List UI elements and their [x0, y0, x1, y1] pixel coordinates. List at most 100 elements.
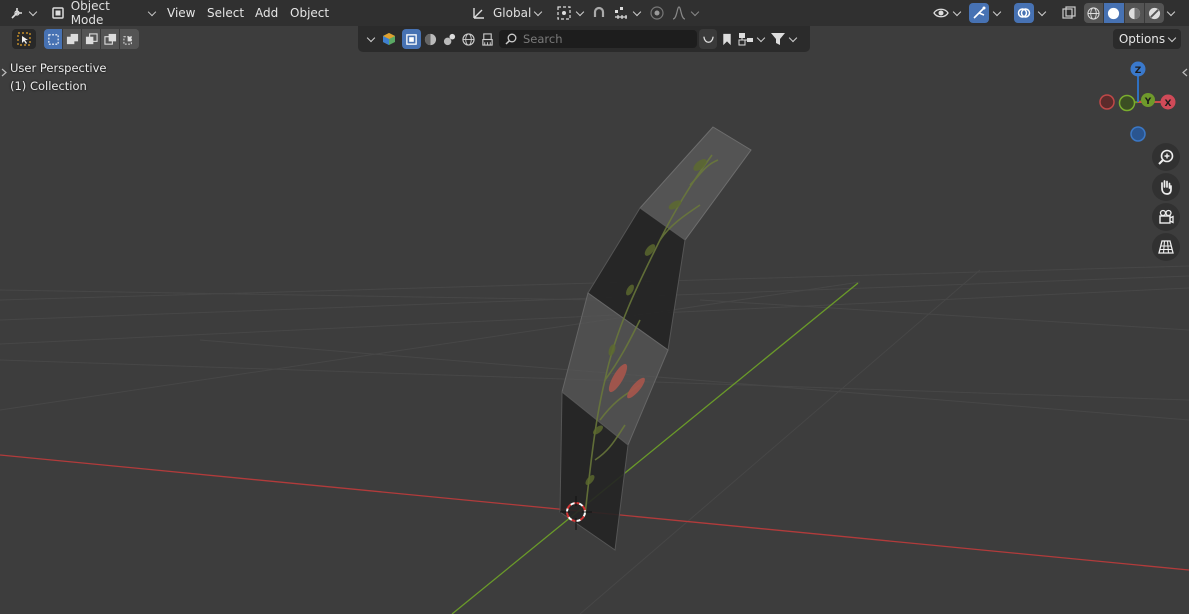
- zoom-icon: [1158, 149, 1174, 165]
- perspective-toggle-button[interactable]: [1152, 233, 1180, 261]
- pivot-point-icon: [555, 4, 573, 22]
- filter-texture-button[interactable]: [440, 29, 459, 49]
- material-sphere-icon: [1128, 7, 1140, 19]
- select-mode-invert[interactable]: [101, 29, 120, 49]
- editor-type-dropdown[interactable]: [8, 3, 42, 23]
- chevron-down-icon: [756, 33, 766, 42]
- options-dropdown[interactable]: Options: [1113, 29, 1181, 49]
- gizmo-y-label: Y: [1144, 97, 1152, 107]
- visibility-eye-icon: [932, 4, 950, 22]
- gizmo-x-label: X: [1165, 99, 1172, 109]
- toolbar-expand-arrow[interactable]: [1, 68, 9, 78]
- overlays-toggle[interactable]: [1014, 3, 1034, 23]
- proportional-edit-toggle[interactable]: [648, 3, 668, 23]
- chevron-down-icon: [147, 7, 157, 16]
- shading-solid-button[interactable]: [1104, 3, 1125, 23]
- sort-dropdown[interactable]: [738, 29, 768, 49]
- falloff-curve-icon: [670, 4, 688, 22]
- menu-select[interactable]: Select: [201, 3, 250, 23]
- menu-object[interactable]: Object: [284, 3, 335, 23]
- filter-material-button[interactable]: [421, 29, 440, 49]
- bookmark-button[interactable]: [718, 29, 736, 49]
- shading-material-button[interactable]: [1125, 3, 1145, 23]
- select-mode-subtract[interactable]: [82, 29, 101, 49]
- gizmo-neg-y[interactable]: [1118, 94, 1136, 112]
- selection-mode-group: [44, 29, 139, 49]
- chevron-down-icon: [1167, 33, 1177, 42]
- solid-sphere-icon: [1108, 7, 1120, 19]
- overlays-dropdown[interactable]: [1035, 3, 1049, 23]
- gizmo-neg-x[interactable]: [1099, 94, 1115, 110]
- mode-dropdown[interactable]: Object Mode: [49, 0, 157, 27]
- texture-icon: [443, 33, 456, 45]
- object-data-filter[interactable]: [380, 29, 398, 49]
- search-field[interactable]: [499, 30, 697, 48]
- chevron-down-icon: [1166, 7, 1176, 16]
- curve-icon: [702, 36, 714, 43]
- search-icon: [505, 33, 517, 45]
- select-mode-extend[interactable]: [63, 29, 82, 49]
- chevron-down-icon: [1037, 7, 1047, 16]
- xray-toggle[interactable]: [1059, 3, 1079, 23]
- filter-world-button[interactable]: [459, 29, 478, 49]
- viewport-header: Object Mode View Select Add Object Globa…: [0, 0, 1189, 27]
- chevron-down-icon: [632, 7, 642, 16]
- plant-plane-object[interactable]: [559, 126, 752, 551]
- falloff-dropdown[interactable]: [670, 3, 700, 23]
- chevron-down-icon: [788, 33, 798, 42]
- search-input[interactable]: [523, 32, 693, 46]
- shading-rendered-button[interactable]: [1145, 3, 1164, 23]
- shading-wireframe-button[interactable]: [1084, 3, 1105, 23]
- orientation-label: Global: [493, 6, 532, 20]
- snap-toggle[interactable]: [590, 3, 610, 23]
- gizmo-z-label: Z: [1135, 66, 1142, 76]
- transform-orientation-dropdown[interactable]: Global: [470, 3, 548, 23]
- select-mode-new[interactable]: [44, 29, 63, 49]
- rendered-sphere-icon: [1148, 7, 1160, 19]
- camera-view-button[interactable]: [1152, 203, 1180, 231]
- chevron-down-icon: [952, 7, 962, 16]
- 3d-viewport[interactable]: Object Mode View Select Add Object Globa…: [0, 0, 1189, 614]
- visibility-dropdown[interactable]: [932, 3, 964, 23]
- mode-label: Object Mode: [70, 0, 110, 27]
- menu-view[interactable]: View: [161, 3, 201, 23]
- select-tool-button[interactable]: [12, 29, 36, 49]
- world-icon: [462, 32, 475, 46]
- snap-magnet-icon: [590, 4, 608, 22]
- zoom-button[interactable]: [1152, 143, 1180, 171]
- material-ball-icon: [424, 33, 437, 45]
- gizmo-toggle[interactable]: [969, 3, 989, 23]
- cube-data-icon: [383, 33, 395, 45]
- editor-type-icon: [8, 4, 26, 22]
- scene-canvas[interactable]: [0, 0, 1189, 614]
- filter-dropdown[interactable]: [770, 29, 802, 49]
- navigation-gizmo[interactable]: Y X Z: [1092, 58, 1186, 150]
- gizmo-toggle-icon: [970, 4, 988, 22]
- filter-expand-dropdown[interactable]: [364, 29, 378, 49]
- chevron-down-icon: [534, 7, 543, 16]
- filter-curve-button[interactable]: [699, 29, 717, 49]
- filter-object-button[interactable]: [402, 29, 421, 49]
- pan-button[interactable]: [1152, 173, 1180, 201]
- shading-dropdown[interactable]: [1164, 3, 1182, 23]
- snap-target-dropdown[interactable]: [612, 3, 642, 23]
- menu-add[interactable]: Add: [249, 3, 284, 23]
- gizmo-dropdown[interactable]: [990, 3, 1004, 23]
- filter-brush-button[interactable]: [478, 29, 497, 49]
- camera-view-icon: [1159, 209, 1174, 224]
- filter-funnel-icon: [771, 33, 785, 45]
- transform-orientation-icon: [470, 4, 488, 22]
- select-new-icon: [47, 33, 59, 45]
- gizmo-neg-z[interactable]: [1130, 126, 1146, 142]
- hierarchy-icon: [738, 33, 753, 46]
- chevron-down-icon: [575, 7, 585, 16]
- snap-increment-icon: [612, 4, 630, 22]
- pivot-point-dropdown[interactable]: [555, 3, 585, 23]
- select-box-tool-icon: [15, 30, 33, 48]
- chevron-down-icon: [366, 33, 376, 42]
- wireframe-sphere-icon: [1087, 6, 1100, 20]
- collection-label: (1) Collection: [10, 79, 87, 93]
- view-name-label: User Perspective: [10, 61, 107, 75]
- select-mode-intersect[interactable]: [120, 29, 139, 49]
- overlays-icon: [1015, 4, 1033, 22]
